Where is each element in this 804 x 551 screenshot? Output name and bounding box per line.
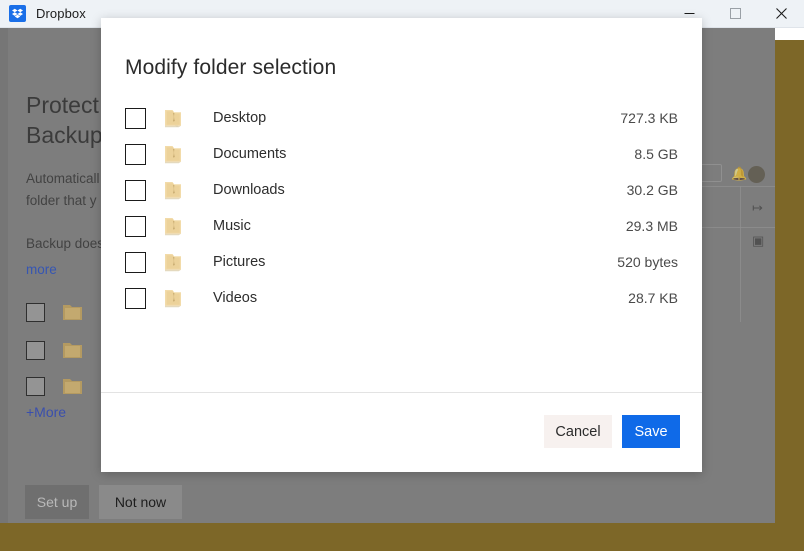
list-item[interactable]: Music 29.3 MB [101, 208, 702, 244]
dialog-divider [101, 392, 702, 393]
folder-name: Music [213, 218, 626, 234]
background-paragraph-1-line1: Automaticall [26, 168, 112, 190]
folder-icon [163, 288, 185, 309]
background-checkbox-3[interactable] [26, 377, 45, 396]
background-checkbox-1[interactable] [26, 303, 45, 322]
modify-folder-selection-dialog: Modify folder selection Desktop 727.3 KB [101, 18, 702, 472]
folder-checkbox[interactable] [125, 252, 146, 273]
folder-checkbox[interactable] [125, 180, 146, 201]
dropbox-logo-icon [9, 5, 26, 22]
folder-icon [163, 180, 185, 201]
background-learn-more-link[interactable]: more [26, 262, 57, 277]
background-paragraph-1-line2: folder that y [26, 190, 112, 212]
folder-size: 29.3 MB [626, 218, 678, 234]
list-item[interactable]: Videos 28.7 KB [101, 280, 702, 316]
folder-icon [62, 340, 84, 361]
app-title: Dropbox [36, 6, 86, 21]
dialog-title: Modify folder selection [125, 56, 336, 80]
save-button[interactable]: Save [622, 415, 680, 448]
background-search-pill [700, 164, 722, 182]
folder-size: 30.2 GB [627, 182, 678, 198]
folder-checkbox[interactable] [125, 288, 146, 309]
folder-icon [163, 108, 185, 129]
folder-name: Downloads [213, 182, 627, 198]
folder-checkbox[interactable] [125, 108, 146, 129]
list-item[interactable]: Pictures 520 bytes [101, 244, 702, 280]
background-checkbox-2[interactable] [26, 341, 45, 360]
folder-size: 28.7 KB [628, 290, 678, 306]
folder-icon [163, 216, 185, 237]
maximize-icon[interactable] [712, 0, 758, 28]
background-not-now-button[interactable]: Not now [99, 485, 182, 519]
folder-icon [163, 144, 185, 165]
bell-icon: 🔔 [731, 166, 747, 182]
folder-icon [62, 302, 84, 323]
background-divider-mid [700, 227, 775, 228]
list-item[interactable]: Downloads 30.2 GB [101, 172, 702, 208]
folder-size: 727.3 KB [620, 110, 678, 126]
background-setup-button[interactable]: Set up [25, 485, 89, 519]
folder-list: Desktop 727.3 KB Documents 8.5 GB [101, 100, 702, 316]
folder-icon [163, 252, 185, 273]
list-item[interactable]: Documents 8.5 GB [101, 136, 702, 172]
avatar [748, 166, 765, 183]
list-item[interactable]: Desktop 727.3 KB [101, 100, 702, 136]
cancel-button[interactable]: Cancel [544, 415, 612, 448]
background-folder-row-3[interactable] [26, 376, 84, 397]
folder-name: Desktop [213, 110, 620, 126]
folder-checkbox[interactable] [125, 144, 146, 165]
collapse-panel-icon: ↦ [752, 200, 763, 216]
background-more-link[interactable]: +More [26, 404, 66, 420]
folder-size: 520 bytes [617, 254, 678, 270]
folder-name: Documents [213, 146, 634, 162]
dialog-actions: Cancel Save [544, 415, 680, 448]
background-paragraph-1: Automaticall folder that y [26, 168, 112, 212]
close-icon[interactable] [758, 0, 804, 28]
background-folder-row-2[interactable] [26, 340, 84, 361]
folder-name: Videos [213, 290, 628, 306]
background-paragraph-2: Backup does [26, 233, 112, 255]
background-divider-vertical [740, 186, 741, 322]
app-left-edge [0, 28, 8, 523]
background-divider-top [700, 186, 775, 187]
folder-checkbox[interactable] [125, 216, 146, 237]
clock-icon: ▣ [752, 233, 764, 249]
screen-root: Protect Backup Automaticall folder that … [0, 0, 804, 551]
background-folder-row-1[interactable] [26, 302, 84, 323]
folder-size: 8.5 GB [634, 146, 678, 162]
folder-name: Pictures [213, 254, 617, 270]
folder-icon [62, 376, 84, 397]
